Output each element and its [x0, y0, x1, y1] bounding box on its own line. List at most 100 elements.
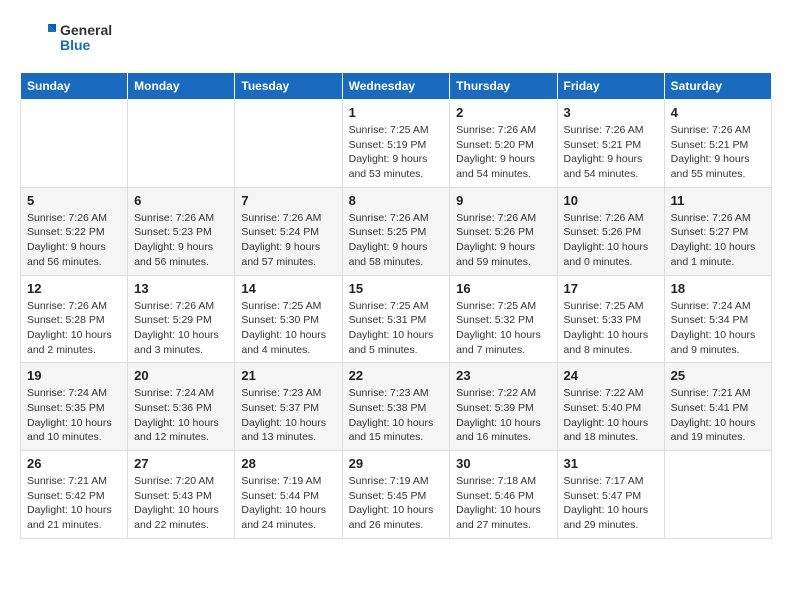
day-info: Sunrise: 7:26 AM Sunset: 5:25 PM Dayligh… [349, 211, 444, 270]
day-number: 17 [564, 281, 658, 296]
day-number: 16 [456, 281, 550, 296]
day-number: 2 [456, 105, 550, 120]
logo: General Blue [20, 20, 112, 56]
day-number: 11 [671, 193, 765, 208]
day-number: 25 [671, 368, 765, 383]
calendar-cell: 28Sunrise: 7:19 AM Sunset: 5:44 PM Dayli… [235, 451, 342, 539]
day-number: 18 [671, 281, 765, 296]
calendar-cell: 9 Sunrise: 7:26 AM Sunset: 5:26 PM Daylig… [450, 187, 557, 275]
day-info: Sunrise: 7:22 AM Sunset: 5:39 PM Dayligh… [456, 386, 550, 445]
calendar-cell: 11 Sunrise: 7:26 AM Sunset: 5:27 PM Dayli… [664, 187, 771, 275]
calendar-week-row: 1 Sunrise: 7:25 AM Sunset: 5:19 PM Daylig… [21, 100, 772, 188]
day-info: Sunrise: 7:26 AM Sunset: 5:20 PM Dayligh… [456, 123, 550, 182]
day-number: 19 [27, 368, 121, 383]
day-number: 27 [134, 456, 228, 471]
day-info: Sunrise: 7:26 AM Sunset: 5:26 PM Dayligh… [456, 211, 550, 270]
day-info: Sunrise: 7:21 AM Sunset: 5:42 PM Dayligh… [27, 474, 121, 533]
day-number: 8 [349, 193, 444, 208]
day-number: 3 [564, 105, 658, 120]
calendar-cell: 25Sunrise: 7:21 AM Sunset: 5:41 PM Dayli… [664, 363, 771, 451]
calendar-cell: 17 Sunrise: 7:25 AM Sunset: 5:33 PM Dayli… [557, 275, 664, 363]
calendar-header-row: SundayMondayTuesdayWednesdayThursdayFrid… [21, 73, 772, 100]
day-info: Sunrise: 7:20 AM Sunset: 5:43 PM Dayligh… [134, 474, 228, 533]
day-info: Sunrise: 7:25 AM Sunset: 5:33 PM Dayligh… [564, 299, 658, 358]
calendar-cell: 26 Sunrise: 7:21 AM Sunset: 5:42 PM Dayli… [21, 451, 128, 539]
day-number: 10 [564, 193, 658, 208]
day-info: Sunrise: 7:23 AM Sunset: 5:37 PM Dayligh… [241, 386, 335, 445]
day-number: 29 [349, 456, 444, 471]
day-of-week-header: Friday [557, 73, 664, 100]
calendar-cell: 10 Sunrise: 7:26 AM Sunset: 5:26 PM Dayli… [557, 187, 664, 275]
day-of-week-header: Thursday [450, 73, 557, 100]
day-info: Sunrise: 7:19 AM Sunset: 5:45 PM Dayligh… [349, 474, 444, 533]
calendar-cell: 6Sunrise: 7:26 AM Sunset: 5:23 PM Daylig… [128, 187, 235, 275]
calendar-cell: 15 Sunrise: 7:25 AM Sunset: 5:31 PM Dayli… [342, 275, 450, 363]
calendar-week-row: 26 Sunrise: 7:21 AM Sunset: 5:42 PM Dayli… [21, 451, 772, 539]
day-number: 28 [241, 456, 335, 471]
calendar-cell: 14 Sunrise: 7:25 AM Sunset: 5:30 PM Dayli… [235, 275, 342, 363]
day-info: Sunrise: 7:26 AM Sunset: 5:28 PM Dayligh… [27, 299, 121, 358]
page-header: General Blue [20, 20, 772, 56]
logo-general: General [60, 23, 112, 38]
calendar-week-row: 19 Sunrise: 7:24 AM Sunset: 5:35 PM Dayli… [21, 363, 772, 451]
calendar-cell [664, 451, 771, 539]
calendar-cell: 5 Sunrise: 7:26 AM Sunset: 5:22 PM Daylig… [21, 187, 128, 275]
day-number: 13 [134, 281, 228, 296]
day-number: 31 [564, 456, 658, 471]
day-info: Sunrise: 7:26 AM Sunset: 5:22 PM Dayligh… [27, 211, 121, 270]
day-info: Sunrise: 7:26 AM Sunset: 5:23 PM Dayligh… [134, 211, 228, 270]
day-of-week-header: Sunday [21, 73, 128, 100]
calendar-cell: 8 Sunrise: 7:26 AM Sunset: 5:25 PM Daylig… [342, 187, 450, 275]
day-info: Sunrise: 7:26 AM Sunset: 5:21 PM Dayligh… [671, 123, 765, 182]
day-info: Sunrise: 7:26 AM Sunset: 5:27 PM Dayligh… [671, 211, 765, 270]
day-number: 4 [671, 105, 765, 120]
day-info: Sunrise: 7:18 AM Sunset: 5:46 PM Dayligh… [456, 474, 550, 533]
day-number: 26 [27, 456, 121, 471]
calendar-cell: 1 Sunrise: 7:25 AM Sunset: 5:19 PM Daylig… [342, 100, 450, 188]
day-info: Sunrise: 7:25 AM Sunset: 5:30 PM Dayligh… [241, 299, 335, 358]
calendar-cell: 21 Sunrise: 7:23 AM Sunset: 5:37 PM Dayli… [235, 363, 342, 451]
day-info: Sunrise: 7:25 AM Sunset: 5:32 PM Dayligh… [456, 299, 550, 358]
day-number: 14 [241, 281, 335, 296]
day-info: Sunrise: 7:26 AM Sunset: 5:29 PM Dayligh… [134, 299, 228, 358]
day-number: 22 [349, 368, 444, 383]
calendar-cell: 12 Sunrise: 7:26 AM Sunset: 5:28 PM Dayli… [21, 275, 128, 363]
day-info: Sunrise: 7:24 AM Sunset: 5:34 PM Dayligh… [671, 299, 765, 358]
day-number: 15 [349, 281, 444, 296]
calendar-cell: 23 Sunrise: 7:22 AM Sunset: 5:39 PM Dayli… [450, 363, 557, 451]
calendar-cell: 27 Sunrise: 7:20 AM Sunset: 5:43 PM Dayli… [128, 451, 235, 539]
calendar-cell: 16 Sunrise: 7:25 AM Sunset: 5:32 PM Dayli… [450, 275, 557, 363]
calendar-cell [235, 100, 342, 188]
day-number: 23 [456, 368, 550, 383]
day-info: Sunrise: 7:26 AM Sunset: 5:26 PM Dayligh… [564, 211, 658, 270]
calendar-cell: 30 Sunrise: 7:18 AM Sunset: 5:46 PM Dayli… [450, 451, 557, 539]
day-info: Sunrise: 7:24 AM Sunset: 5:35 PM Dayligh… [27, 386, 121, 445]
day-number: 30 [456, 456, 550, 471]
calendar-cell: 22 Sunrise: 7:23 AM Sunset: 5:38 PM Dayli… [342, 363, 450, 451]
day-info: Sunrise: 7:17 AM Sunset: 5:47 PM Dayligh… [564, 474, 658, 533]
day-number: 12 [27, 281, 121, 296]
calendar-cell: 2 Sunrise: 7:26 AM Sunset: 5:20 PM Daylig… [450, 100, 557, 188]
day-of-week-header: Monday [128, 73, 235, 100]
calendar-cell: 19 Sunrise: 7:24 AM Sunset: 5:35 PM Dayli… [21, 363, 128, 451]
day-of-week-header: Saturday [664, 73, 771, 100]
calendar-cell [21, 100, 128, 188]
day-info: Sunrise: 7:25 AM Sunset: 5:31 PM Dayligh… [349, 299, 444, 358]
calendar-cell: 29 Sunrise: 7:19 AM Sunset: 5:45 PM Dayli… [342, 451, 450, 539]
day-number: 1 [349, 105, 444, 120]
day-number: 5 [27, 193, 121, 208]
calendar-cell: 31 Sunrise: 7:17 AM Sunset: 5:47 PM Dayli… [557, 451, 664, 539]
day-info: Sunrise: 7:24 AM Sunset: 5:36 PM Dayligh… [134, 386, 228, 445]
day-number: 7 [241, 193, 335, 208]
day-info: Sunrise: 7:26 AM Sunset: 5:24 PM Dayligh… [241, 211, 335, 270]
calendar-week-row: 12 Sunrise: 7:26 AM Sunset: 5:28 PM Dayli… [21, 275, 772, 363]
day-info: Sunrise: 7:25 AM Sunset: 5:19 PM Dayligh… [349, 123, 444, 182]
day-number: 9 [456, 193, 550, 208]
day-info: Sunrise: 7:26 AM Sunset: 5:21 PM Dayligh… [564, 123, 658, 182]
day-number: 21 [241, 368, 335, 383]
calendar-cell: 13 Sunrise: 7:26 AM Sunset: 5:29 PM Dayli… [128, 275, 235, 363]
day-info: Sunrise: 7:22 AM Sunset: 5:40 PM Dayligh… [564, 386, 658, 445]
day-number: 24 [564, 368, 658, 383]
day-info: Sunrise: 7:23 AM Sunset: 5:38 PM Dayligh… [349, 386, 444, 445]
calendar-cell: 20Sunrise: 7:24 AM Sunset: 5:36 PM Dayli… [128, 363, 235, 451]
